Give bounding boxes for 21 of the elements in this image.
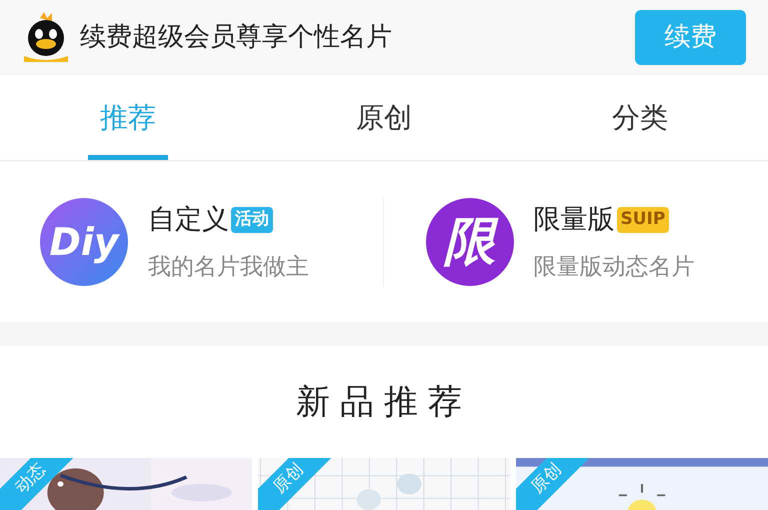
tab[interactable]: 原创 bbox=[256, 75, 512, 160]
card-tag: 原创 bbox=[268, 458, 310, 500]
feature-icon[interactable]: 限 bbox=[426, 198, 514, 286]
card[interactable]: 动态 bbox=[0, 458, 252, 510]
feature-title: 自定义 bbox=[148, 202, 229, 236]
card[interactable]: 原创 bbox=[258, 458, 510, 510]
penguin-icon bbox=[22, 12, 70, 64]
card-tag: 原创 bbox=[526, 458, 568, 500]
section-title: 新品推荐 bbox=[296, 380, 472, 424]
feature-subtitle: 限量版动态名片 bbox=[534, 253, 694, 282]
card[interactable]: 原创 bbox=[516, 458, 768, 510]
tab[interactable]: 分类 bbox=[512, 75, 768, 160]
feature-subtitle: 我的名片我做主 bbox=[148, 253, 309, 282]
feature-badge: 活动 bbox=[231, 207, 273, 232]
banner-text: 续费超级会员尊享个性名片 bbox=[80, 21, 393, 54]
feature-badge: SUIP bbox=[616, 207, 670, 232]
card-tag: 动态 bbox=[10, 458, 52, 500]
renew-button[interactable]: 续费 bbox=[635, 10, 746, 65]
feature-title: 限量版 bbox=[534, 202, 614, 236]
feature-icon[interactable]: Diy bbox=[40, 198, 128, 286]
tab[interactable]: 推荐 bbox=[0, 75, 256, 160]
